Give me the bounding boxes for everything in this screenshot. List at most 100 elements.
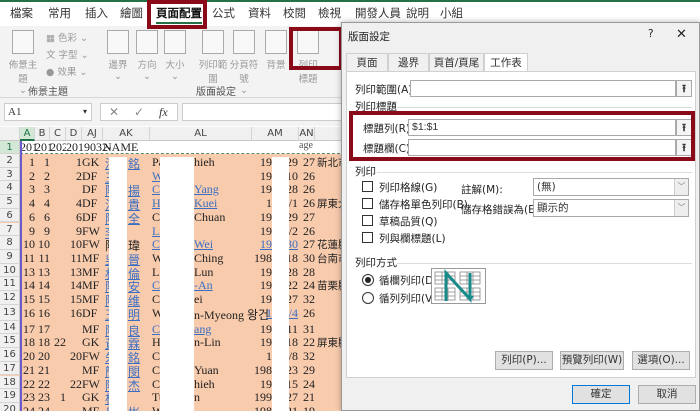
formula-input[interactable] <box>182 103 345 121</box>
page-setup-button[interactable]: 背景 <box>262 30 290 71</box>
column-header[interactable]: C <box>50 127 66 141</box>
dialog-tab[interactable]: 頁面 <box>346 53 388 72</box>
page-setup-button[interactable]: 方向 ⌄ <box>133 30 161 82</box>
row-header[interactable]: 7 <box>0 222 20 237</box>
ribbon-tab[interactable]: 插入 <box>85 5 108 21</box>
row-header[interactable]: 15 <box>0 334 20 349</box>
fonts-button[interactable]: 文 字型 ⌄ <box>46 47 89 64</box>
dialog-tab[interactable]: 工作表 <box>484 53 528 73</box>
ribbon-tab[interactable]: 資料 <box>248 5 271 21</box>
radio-button[interactable] <box>362 274 374 286</box>
theme-group-label: 佈景主題 <box>28 87 68 98</box>
column-header[interactable]: AL <box>150 127 252 141</box>
page-setup-icon <box>265 30 287 54</box>
row-header[interactable]: 6 <box>0 208 20 223</box>
row-header[interactable]: 3 <box>0 167 20 182</box>
ribbon-tab[interactable]: 開發人員 <box>355 5 401 21</box>
checkbox[interactable] <box>362 181 373 192</box>
column-header[interactable]: AJ <box>82 127 103 141</box>
checkbox-label[interactable]: 列與欄標題(L) <box>379 231 446 246</box>
table-cell: 24 <box>23 403 35 411</box>
table-cell[interactable]: 全 <box>128 210 148 227</box>
collapse-icon[interactable]: ⭱ <box>676 80 692 97</box>
row-header[interactable]: 16 <box>0 348 20 362</box>
table-cell[interactable]: 銘 <box>128 155 148 172</box>
print-preview-button[interactable]: 預覽列印(W) <box>560 351 624 370</box>
row-header[interactable]: 5 <box>0 195 20 209</box>
ok-button[interactable]: 確定 <box>572 385 630 404</box>
row-header[interactable]: 12 <box>0 291 20 305</box>
selection-border <box>20 141 22 411</box>
ribbon-tab[interactable]: 校閱 <box>283 5 306 21</box>
row-header[interactable]: 8 <box>0 236 20 250</box>
cancel-button[interactable]: 取消 <box>638 385 696 404</box>
table-cell: 22 <box>70 376 82 391</box>
table-cell: 20 <box>70 349 82 364</box>
errors-select[interactable]: 顯示的 ﹀ <box>533 199 689 217</box>
options-button[interactable]: 選項(O)... <box>632 351 690 370</box>
column-header[interactable]: B <box>35 127 50 141</box>
row-header[interactable]: 17 <box>0 361 20 376</box>
row-header[interactable]: 2 <box>0 154 20 168</box>
table-cell: 198 <box>254 403 272 411</box>
ribbon-tab[interactable]: 常用 <box>48 5 71 21</box>
page-setup-button[interactable]: 邊界 ⌄ <box>104 30 132 82</box>
divider <box>397 107 692 108</box>
dialog-tab[interactable]: 邊界 <box>388 53 429 72</box>
row-header[interactable]: 14 <box>0 320 20 335</box>
name-box[interactable]: A1 ▾ <box>4 103 92 121</box>
checkbox-label[interactable]: 草稿品質(Q) <box>379 214 437 229</box>
column-header[interactable]: A <box>20 127 35 141</box>
row-header[interactable]: 13 <box>0 304 20 321</box>
title-accent-bar <box>0 0 700 2</box>
close-icon[interactable]: ✕ <box>676 27 687 42</box>
header-cell: 201 <box>20 140 36 154</box>
column-header[interactable]: AN <box>299 127 315 141</box>
checkbox-label[interactable]: 列印格線(G) <box>379 180 437 195</box>
row-header[interactable]: 18 <box>0 375 20 390</box>
colors-button[interactable]: ▦ 色彩 ⌄ <box>46 30 89 47</box>
table-cell: MF <box>82 403 100 411</box>
row-header[interactable]: 9 <box>0 249 20 264</box>
spreadsheet-grid[interactable]: A B C D AJ AK AL AM AN 1 201 201 202 2019032- NAME age 2… <box>0 127 345 411</box>
comments-select[interactable]: (無) ﹀ <box>533 178 689 196</box>
checkbox[interactable] <box>362 198 373 209</box>
page-order-preview-image <box>431 268 486 304</box>
table-cell[interactable]: 杰 <box>128 377 148 394</box>
row-header[interactable]: 20 <box>0 402 20 411</box>
checkbox[interactable] <box>362 215 373 226</box>
table-cell[interactable]: 彬 <box>128 404 148 411</box>
radio-label[interactable]: 循欄列印(D) <box>379 273 437 288</box>
ribbon-tab[interactable]: 檢視 <box>318 5 341 21</box>
column-header[interactable]: D <box>66 127 82 141</box>
fx-icon[interactable]: fx <box>159 104 168 120</box>
checkbox-label[interactable]: 儲存格單色列印(B) <box>379 197 468 212</box>
checkbox[interactable] <box>362 232 373 243</box>
page-setup-icon <box>107 30 129 54</box>
ribbon-tab[interactable]: 小組 <box>440 5 463 21</box>
print-button[interactable]: 列印(P)... <box>495 351 553 370</box>
table-cell: 1 <box>60 390 66 405</box>
row-header[interactable]: 10 <box>0 263 20 278</box>
effects-button[interactable]: ● 效果 ⌄ <box>46 64 89 81</box>
enter-icon[interactable]: ✓ <box>134 104 144 120</box>
ribbon-tab[interactable]: 繪圖 <box>120 5 143 21</box>
page-setup-button[interactable]: 大小 ⌄ <box>161 30 189 82</box>
radio-button[interactable] <box>362 292 374 304</box>
ribbon-tab[interactable]: 公式 <box>212 5 235 21</box>
help-button[interactable]: ? <box>648 28 654 40</box>
column-header[interactable]: AM <box>252 127 299 141</box>
row-header[interactable]: 1 <box>0 141 20 154</box>
ribbon-tab[interactable]: 說明 <box>406 5 429 21</box>
ribbon-tab[interactable]: 檔案 <box>10 5 33 21</box>
row-header[interactable]: 11 <box>0 277 20 291</box>
table-cell[interactable]: 明 <box>128 306 148 323</box>
select-all-corner[interactable] <box>0 127 20 141</box>
column-header[interactable]: AK <box>103 127 150 141</box>
cancel-icon[interactable]: ✕ <box>109 104 119 120</box>
row-header[interactable]: 19 <box>0 389 20 403</box>
row-header[interactable]: 4 <box>0 181 20 196</box>
radio-label[interactable]: 循列列印(V) <box>379 291 436 306</box>
dialog-tab[interactable]: 頁首/頁尾 <box>429 53 484 72</box>
print-area-input[interactable] <box>410 80 676 97</box>
